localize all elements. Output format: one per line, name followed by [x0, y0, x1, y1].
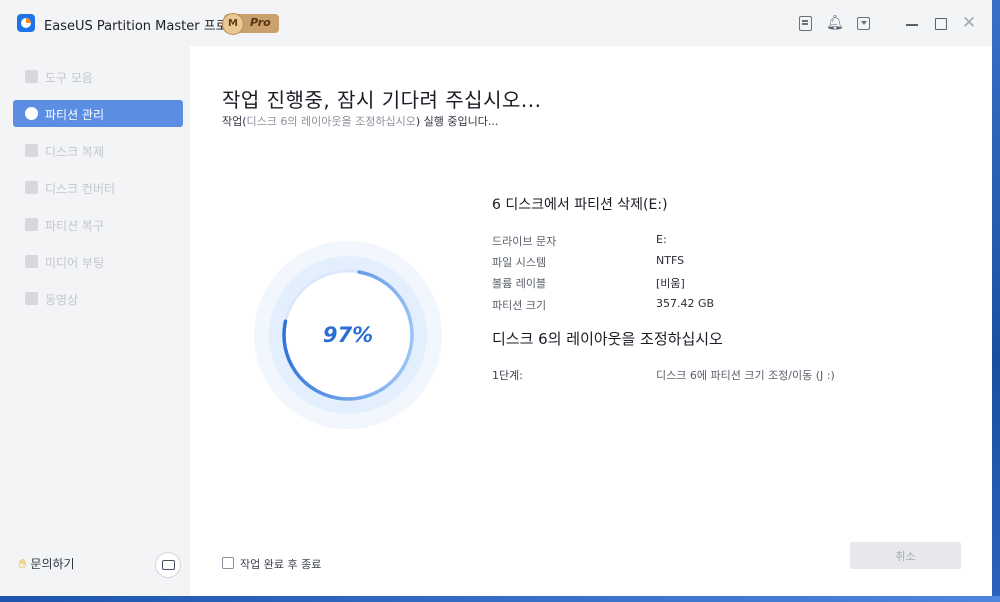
subtitle-suffix: ) 실행 중입니다...	[415, 115, 499, 128]
sidebar-item-toolbox[interactable]: 도구 모음	[13, 63, 183, 90]
detail-value: E:	[656, 233, 667, 246]
sidebar-item-label: 도구 모음	[45, 71, 93, 85]
sidebar-item-bootable-media[interactable]: 미디어 부팅	[13, 248, 183, 275]
minimize-icon[interactable]	[906, 24, 918, 26]
help-label: 문의하기	[30, 557, 75, 571]
detail-value: 357.42 GB	[656, 297, 715, 310]
sidebar-item-label: 파티션 관리	[45, 108, 105, 122]
convert-icon	[25, 181, 38, 194]
close-icon[interactable]: ✕	[960, 14, 978, 32]
title-bar: EaseUS Partition Master 프로 버전 M Pro 🔔︎ ✕	[0, 0, 992, 46]
toolbox-icon	[25, 70, 38, 83]
notes-icon[interactable]	[799, 16, 812, 31]
sidebar-item-label: 디스크 복제	[45, 145, 105, 159]
page-title: 작업 진행중, 잠시 기다려 주십시오...	[222, 88, 542, 112]
subtitle-task: 디스크 6의 레이아웃을 조정하십시오	[246, 115, 416, 128]
progress-subtitle: 작업(디스크 6의 레이아웃을 조정하십시오) 실행 중입니다...	[222, 113, 498, 129]
detail-label: 파일 시스템	[492, 256, 547, 269]
cancel-button[interactable]: 취소	[850, 542, 961, 569]
app-window: EaseUS Partition Master 프로 버전 M Pro 🔔︎ ✕…	[0, 0, 993, 597]
bell-icon[interactable]: 🔔︎	[826, 15, 844, 31]
chat-icon[interactable]	[155, 552, 181, 578]
detail-label: 드라이브 문자	[492, 235, 557, 248]
help-button[interactable]: ✋︎ 문의하기	[19, 555, 75, 572]
step-title: 디스크 6의 레이아웃을 조정하십시오	[492, 330, 723, 348]
dropdown-box-icon[interactable]	[857, 17, 870, 30]
step-value: 디스크 6에 파티션 크기 조정/이동 (J :)	[656, 369, 835, 382]
detail-value: NTFS	[656, 254, 685, 267]
sidebar-item-label: 파티션 복구	[45, 219, 105, 233]
sidebar-item-label: 미디어 부팅	[45, 256, 105, 270]
sidebar: 도구 모음 파티션 관리 디스크 복제 디스크 컨버터 파티션 복구 미디어 부…	[0, 46, 190, 596]
sidebar-item-partition-recovery[interactable]: 파티션 복구	[13, 211, 183, 238]
pro-badge-letter: M	[222, 13, 244, 35]
recover-icon	[25, 218, 38, 231]
detail-value: [비움]	[656, 277, 685, 290]
main-panel: 작업 진행중, 잠시 기다려 주십시오... 작업(디스크 6의 레이아웃을 조…	[190, 46, 992, 596]
progress-ring: 97%	[253, 240, 443, 430]
video-icon	[25, 292, 38, 305]
usb-icon	[25, 255, 38, 268]
subtitle-prefix: 작업(	[222, 115, 247, 128]
step-label: 1단계:	[492, 369, 523, 382]
maximize-icon[interactable]	[935, 18, 947, 30]
clone-icon	[25, 144, 38, 157]
progress-percent: 97%	[322, 323, 374, 347]
pie-chart-icon	[25, 107, 38, 120]
sidebar-item-disk-clone[interactable]: 디스크 복제	[13, 137, 183, 164]
waving-hand-icon: ✋︎	[19, 557, 27, 572]
sidebar-item-partition-manager[interactable]: 파티션 관리	[13, 100, 183, 127]
pro-badge[interactable]: M Pro	[222, 13, 279, 35]
detail-label: 볼륨 레이블	[492, 277, 547, 290]
shutdown-label: 작업 완료 후 종료	[240, 558, 322, 571]
detail-label: 파티션 크기	[492, 299, 547, 312]
sidebar-item-video[interactable]: 동영상	[13, 285, 183, 312]
desktop-background	[0, 596, 1000, 602]
sidebar-item-label: 동영상	[45, 293, 79, 307]
app-logo-icon	[17, 14, 35, 32]
desktop-background	[992, 0, 1000, 602]
sidebar-item-label: 디스크 컨버터	[45, 182, 116, 196]
operation-title: 6 디스크에서 파티션 삭제(E:)	[492, 197, 668, 213]
pro-badge-text: Pro	[250, 16, 271, 29]
sidebar-item-disk-converter[interactable]: 디스크 컨버터	[13, 174, 183, 201]
checkbox-box[interactable]	[222, 557, 234, 569]
shutdown-after-checkbox[interactable]: 작업 완료 후 종료	[222, 556, 321, 572]
